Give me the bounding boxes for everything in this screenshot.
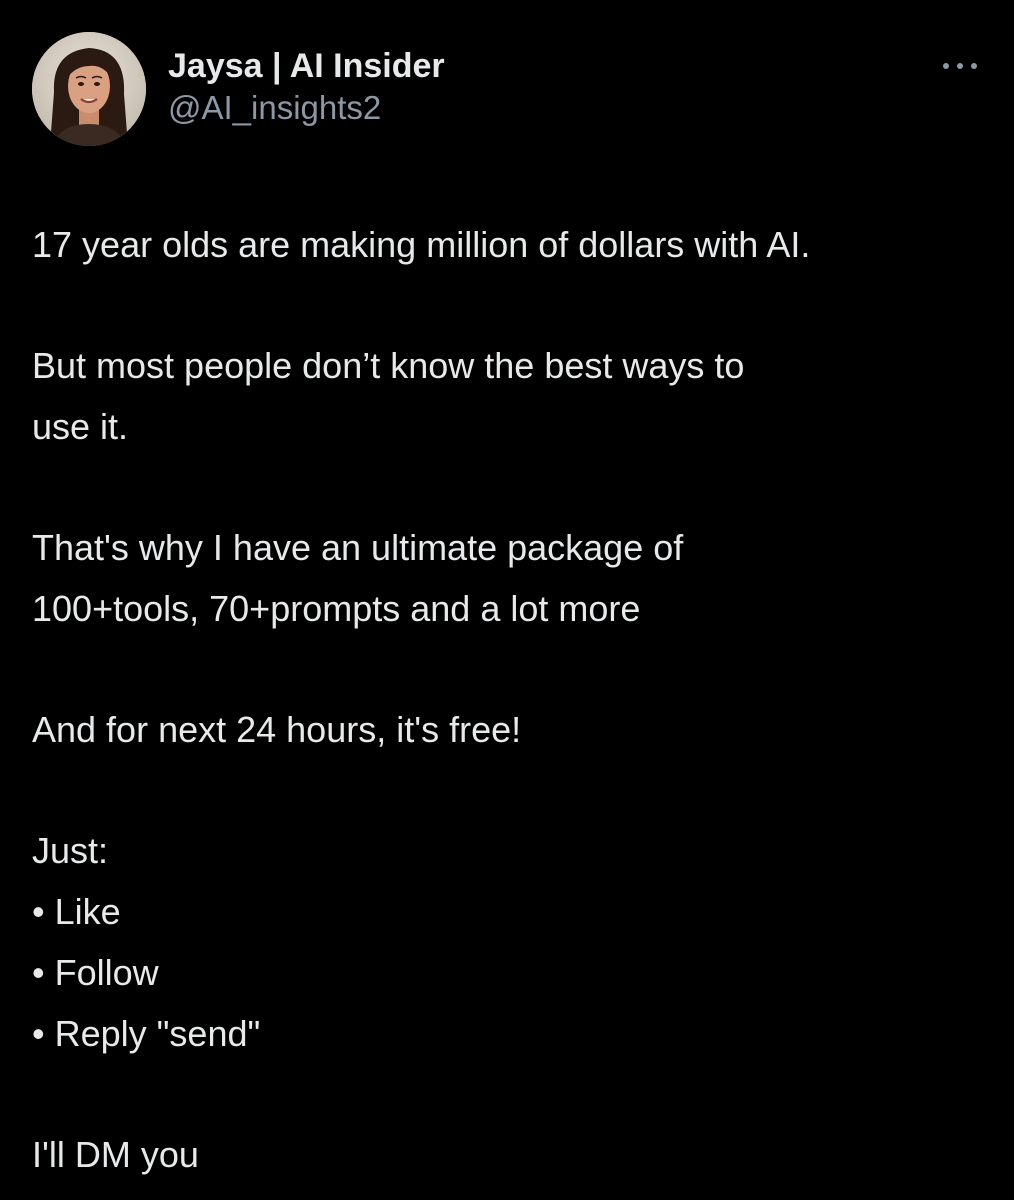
tweet-line: 17 year olds are making million of dolla… <box>32 224 811 265</box>
tweet-paragraph-4: And for next 24 hours, it's free! <box>32 699 982 760</box>
step-item: • Like <box>32 891 121 932</box>
tweet-text: 17 year olds are making million of dolla… <box>32 214 982 1185</box>
tweet-line: That's why I have an ultimate package of <box>32 527 684 568</box>
author-names: Jaysa | AI Insider @AI_insights2 <box>168 46 445 128</box>
step-item: • Follow <box>32 952 159 993</box>
profile-photo-icon <box>32 32 146 146</box>
more-options-button[interactable] <box>938 54 982 78</box>
tweet-line: And for next 24 hours, it's free! <box>32 709 522 750</box>
tweet-header: Jaysa | AI Insider @AI_insights2 <box>32 32 982 148</box>
tweet-paragraph-1: 17 year olds are making million of dolla… <box>32 214 982 275</box>
avatar[interactable] <box>32 32 146 146</box>
ellipsis-icon <box>943 63 977 69</box>
step-item: • Reply "send" <box>32 1013 261 1054</box>
user-handle[interactable]: @AI_insights2 <box>168 88 445 128</box>
tweet-line: I'll DM you <box>32 1134 199 1175</box>
tweet-line: But most people don’t know the best ways… <box>32 345 745 386</box>
steps-heading: Just: <box>32 830 109 871</box>
tweet-line: use it. <box>32 406 129 447</box>
tweet-line: 100+tools, 70+prompts and a lot more <box>32 588 641 629</box>
tweet-paragraph-2: But most people don’t know the best ways… <box>32 335 982 457</box>
display-name[interactable]: Jaysa | AI Insider <box>168 46 445 86</box>
tweet-paragraph-steps: Just: • Like • Follow • Reply "send" <box>32 820 982 1064</box>
tweet-paragraph-3: That's why I have an ultimate package of… <box>32 517 982 639</box>
tweet-closing: I'll DM you <box>32 1124 982 1185</box>
